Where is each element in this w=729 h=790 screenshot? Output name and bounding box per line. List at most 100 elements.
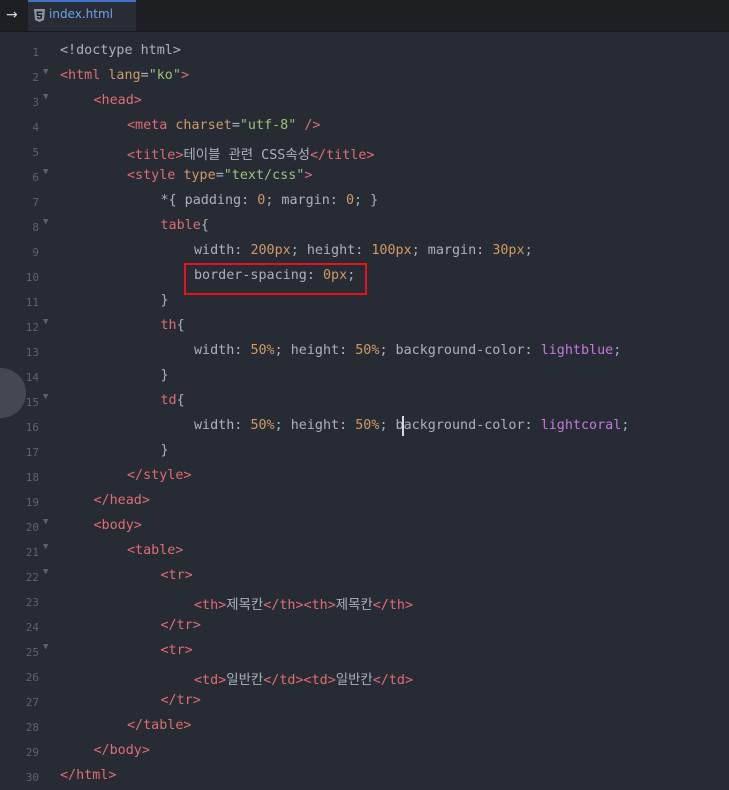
fold-arrow-icon[interactable]: ▼ bbox=[43, 567, 48, 577]
code-token: ; bbox=[613, 343, 622, 358]
code-token: lightblue bbox=[540, 343, 614, 358]
line-number: 27 bbox=[25, 696, 39, 709]
code-token: { bbox=[176, 393, 185, 408]
fold-arrow-icon[interactable]: ▼ bbox=[43, 167, 48, 177]
code-token: <th> bbox=[303, 598, 336, 613]
code-line[interactable]: 15 ▼ td{ bbox=[0, 390, 729, 415]
code-text: </body> bbox=[94, 743, 150, 758]
code-line[interactable]: 28 </table> bbox=[0, 715, 729, 740]
code-text: width: 50%; height: 50%; background-colo… bbox=[194, 418, 629, 433]
code-token: </title> bbox=[309, 148, 375, 163]
fold-arrow-icon[interactable]: ▼ bbox=[43, 67, 48, 77]
code-text: <html lang="ko"> bbox=[60, 68, 189, 83]
code-token: width: bbox=[194, 343, 251, 358]
code-line[interactable]: 29 </body> bbox=[0, 740, 729, 765]
line-number: 28 bbox=[25, 721, 39, 734]
code-line[interactable]: 17} bbox=[0, 440, 729, 465]
code-token: ; margin: bbox=[411, 243, 493, 258]
code-token: "text/css" bbox=[223, 168, 305, 183]
code-line[interactable]: 21 ▼ <table> bbox=[0, 540, 729, 565]
line-number: 2 bbox=[32, 71, 39, 84]
code-text: <title>테이블 관련 CSS속성</title> bbox=[127, 143, 374, 163]
code-token: <title> bbox=[127, 148, 184, 163]
code-line[interactable]: 9 width: 200px; height: 100px; margin: 30… bbox=[0, 240, 729, 265]
code-line[interactable]: 26 <td>일반칸</td><td>일반칸</td> bbox=[0, 665, 729, 690]
code-line[interactable]: 3 ▼ <head> bbox=[0, 90, 729, 115]
fold-arrow-icon[interactable]: ▼ bbox=[43, 542, 48, 552]
code-text: th{ bbox=[161, 318, 185, 333]
code-text: } bbox=[161, 368, 169, 383]
code-token: } bbox=[160, 443, 169, 458]
code-text: </tr> bbox=[161, 693, 201, 708]
code-token: ; height: bbox=[274, 418, 356, 433]
fold-arrow-icon[interactable]: ▼ bbox=[43, 517, 48, 527]
code-line[interactable]: 14} bbox=[0, 365, 729, 390]
code-line[interactable]: 5 <title>테이블 관련 CSS속성</title> bbox=[0, 140, 729, 165]
line-number: 23 bbox=[25, 596, 39, 609]
fold-arrow-icon[interactable]: ▼ bbox=[43, 217, 48, 227]
line-number: 18 bbox=[25, 471, 39, 484]
fold-arrow-icon[interactable]: ▼ bbox=[43, 92, 48, 102]
code-token: 50% bbox=[355, 343, 380, 358]
code-line[interactable]: 25 ▼ <tr> bbox=[0, 640, 729, 665]
tab-bar: → index.html bbox=[0, 0, 729, 32]
code-line[interactable]: 13 width: 50%; height: 50%; background-co… bbox=[0, 340, 729, 365]
code-token: </td> bbox=[263, 673, 304, 688]
line-number: 16 bbox=[25, 421, 39, 434]
code-line[interactable]: 30 </html> bbox=[0, 765, 729, 790]
code-token: /> bbox=[296, 118, 321, 133]
code-token: table bbox=[160, 218, 201, 233]
code-text: table{ bbox=[161, 218, 209, 233]
code-line[interactable]: 23 <th>제목칸</th><th>제목칸</th> bbox=[0, 590, 729, 615]
code-token: </tr> bbox=[160, 618, 201, 633]
code-token: 50% bbox=[250, 343, 275, 358]
code-token: 테이블 관련 CSS속성 bbox=[183, 148, 310, 163]
code-token: ; background-color: bbox=[379, 343, 541, 358]
tab-index-html[interactable]: index.html bbox=[28, 0, 136, 31]
code-editor[interactable]: 1 <!doctype html> 2 ▼ <html lang="ko"> 3 ▼ <hea… bbox=[0, 40, 729, 790]
code-line[interactable]: 12 ▼ th{ bbox=[0, 315, 729, 340]
code-line[interactable]: 24 </tr> bbox=[0, 615, 729, 640]
code-line[interactable]: 1 <!doctype html> bbox=[0, 40, 729, 65]
line-number: 20 bbox=[25, 521, 39, 534]
code-text: <!doctype html> bbox=[60, 43, 181, 58]
code-line[interactable]: 18 </style> bbox=[0, 465, 729, 490]
arrow-right-icon[interactable]: → bbox=[6, 6, 24, 24]
code-line[interactable]: 19 </head> bbox=[0, 490, 729, 515]
code-text: </head> bbox=[94, 493, 150, 508]
line-number: 24 bbox=[25, 621, 39, 634]
code-line[interactable]: 2 ▼ <html lang="ko"> bbox=[0, 65, 729, 90]
code-token: width: bbox=[194, 243, 251, 258]
code-text: } bbox=[161, 293, 169, 308]
code-line[interactable]: 6 ▼ <style type="text/css"> bbox=[0, 165, 729, 190]
code-token: = bbox=[140, 68, 149, 83]
code-line[interactable]: 4 <meta charset="utf-8" /> bbox=[0, 115, 729, 140]
code-token: charset bbox=[175, 118, 232, 133]
code-token: <th> bbox=[194, 598, 227, 613]
line-number: 25 bbox=[25, 646, 39, 659]
code-token: </html> bbox=[60, 768, 117, 783]
fold-arrow-icon[interactable]: ▼ bbox=[43, 317, 48, 327]
code-line[interactable]: 8 ▼ table{ bbox=[0, 215, 729, 240]
code-line[interactable]: 16 width: 50%; height: 50%; background-co… bbox=[0, 415, 729, 440]
code-token: <tr> bbox=[160, 643, 193, 658]
line-number: 29 bbox=[25, 746, 39, 759]
code-text: </style> bbox=[127, 468, 192, 483]
code-line[interactable]: 20 ▼ <body> bbox=[0, 515, 729, 540]
fold-arrow-icon[interactable]: ▼ bbox=[43, 392, 48, 402]
code-token: </body> bbox=[93, 743, 150, 758]
code-line[interactable]: 27 </tr> bbox=[0, 690, 729, 715]
code-token: <table> bbox=[127, 543, 184, 558]
line-number: 5 bbox=[32, 146, 39, 159]
code-token: </head> bbox=[93, 493, 150, 508]
code-token: <meta bbox=[127, 118, 176, 133]
fold-arrow-icon[interactable]: ▼ bbox=[43, 642, 48, 652]
code-line[interactable]: 7 *{ padding: 0; margin: 0; } bbox=[0, 190, 729, 215]
line-number: 13 bbox=[25, 346, 39, 359]
highlight-box bbox=[184, 263, 367, 295]
code-line[interactable]: 22 ▼ <tr> bbox=[0, 565, 729, 590]
code-token: 제목칸 bbox=[335, 598, 373, 613]
code-token: </td> bbox=[372, 673, 414, 688]
line-number: 30 bbox=[25, 771, 39, 784]
line-number: 17 bbox=[25, 446, 39, 459]
